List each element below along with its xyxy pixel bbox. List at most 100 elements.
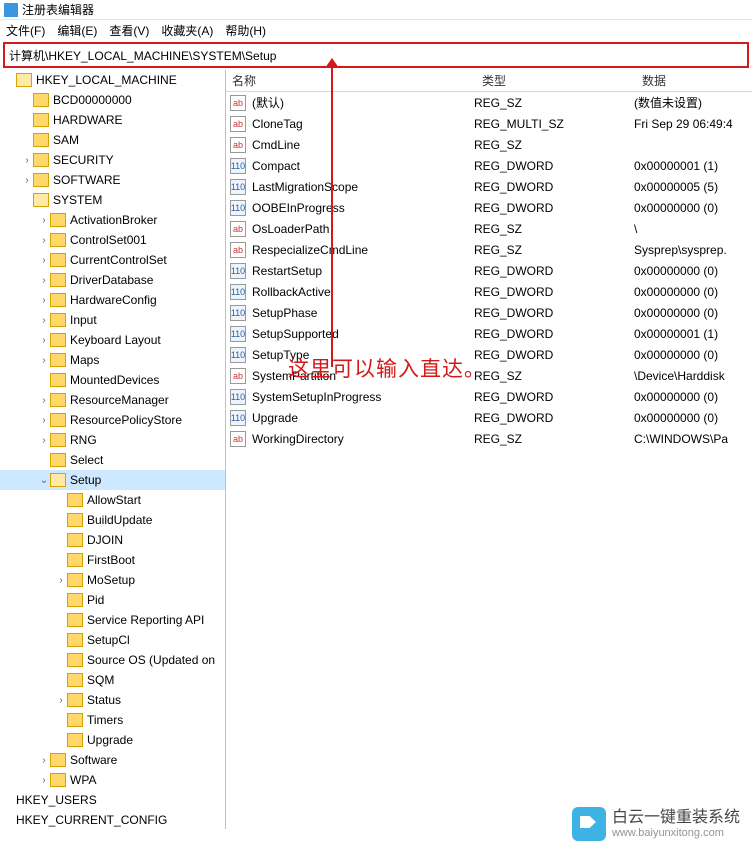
expand-toggle[interactable]: › xyxy=(38,215,50,226)
tree-item-status[interactable]: ›Status xyxy=(0,690,225,710)
tree-item-security[interactable]: ›SECURITY xyxy=(0,150,225,170)
expand-toggle[interactable]: › xyxy=(55,695,67,706)
expand-toggle[interactable]: › xyxy=(38,295,50,306)
tree-item-input[interactable]: ›Input xyxy=(0,310,225,330)
value-row[interactable]: 110SetupTypeREG_DWORD0x00000000 (0) xyxy=(226,344,752,365)
tree-item-hardwareconfig[interactable]: ›HardwareConfig xyxy=(0,290,225,310)
tree-item-allowstart[interactable]: AllowStart xyxy=(0,490,225,510)
tree-label: MoSetup xyxy=(87,573,141,587)
address-text[interactable]: 计算机\HKEY_LOCAL_MACHINE\SYSTEM\Setup xyxy=(9,47,743,64)
value-row[interactable]: abSystemPartitionREG_SZ\Device\Harddisk xyxy=(226,365,752,386)
tree-item-timers[interactable]: Timers xyxy=(0,710,225,730)
dword-icon: 110 xyxy=(230,347,246,363)
col-data[interactable]: 数据 xyxy=(636,72,752,89)
menu-file[interactable]: 文件(F) xyxy=(6,22,45,39)
expand-toggle[interactable]: › xyxy=(21,175,33,186)
tree-item-select[interactable]: Select xyxy=(0,450,225,470)
expand-toggle[interactable]: › xyxy=(38,355,50,366)
tree-item-setupcl[interactable]: SetupCl xyxy=(0,630,225,650)
tree-item-hkey-current-config[interactable]: HKEY_CURRENT_CONFIG xyxy=(0,810,225,829)
tree-item-pid[interactable]: Pid xyxy=(0,590,225,610)
tree-item-hkey-users[interactable]: HKEY_USERS xyxy=(0,790,225,810)
string-icon: ab xyxy=(230,242,246,258)
tree-panel[interactable]: HKEY_LOCAL_MACHINEBCD00000000HARDWARESAM… xyxy=(0,70,226,829)
expand-toggle[interactable]: › xyxy=(38,235,50,246)
value-row[interactable]: abRespecializeCmdLineREG_SZSysprep\syspr… xyxy=(226,239,752,260)
expand-toggle[interactable]: › xyxy=(38,395,50,406)
tree-item-bcd00000000[interactable]: BCD00000000 xyxy=(0,90,225,110)
expand-toggle[interactable]: › xyxy=(38,315,50,326)
tree-item-resourcemanager[interactable]: ›ResourceManager xyxy=(0,390,225,410)
tree-item-service-reporting-api[interactable]: Service Reporting API xyxy=(0,610,225,630)
expand-toggle[interactable]: › xyxy=(38,435,50,446)
menu-edit[interactable]: 编辑(E) xyxy=(57,22,97,39)
value-row[interactable]: 110OOBEInProgressREG_DWORD0x00000000 (0) xyxy=(226,197,752,218)
expand-toggle[interactable]: › xyxy=(38,775,50,786)
expand-toggle[interactable]: › xyxy=(38,415,50,426)
expand-toggle[interactable]: › xyxy=(38,335,50,346)
tree-item-sqm[interactable]: SQM xyxy=(0,670,225,690)
menu-view[interactable]: 查看(V) xyxy=(109,22,149,39)
menubar: 文件(F) 编辑(E) 查看(V) 收藏夹(A) 帮助(H) xyxy=(0,20,752,40)
tree-item-hardware[interactable]: HARDWARE xyxy=(0,110,225,130)
folder-icon xyxy=(33,173,49,187)
value-name: CmdLine xyxy=(250,138,474,152)
value-row[interactable]: 110LastMigrationScopeREG_DWORD0x00000005… xyxy=(226,176,752,197)
expand-toggle[interactable]: ⌄ xyxy=(38,475,50,486)
tree-item-driverdatabase[interactable]: ›DriverDatabase xyxy=(0,270,225,290)
tree-item-currentcontrolset[interactable]: ›CurrentControlSet xyxy=(0,250,225,270)
value-row[interactable]: abCloneTagREG_MULTI_SZFri Sep 29 06:49:4 xyxy=(226,113,752,134)
tree-item-maps[interactable]: ›Maps xyxy=(0,350,225,370)
list-body[interactable]: ab(默认)REG_SZ(数值未设置)abCloneTagREG_MULTI_S… xyxy=(226,92,752,829)
expand-toggle[interactable]: › xyxy=(21,155,33,166)
tree-item-sam[interactable]: SAM xyxy=(0,130,225,150)
tree-item-buildupdate[interactable]: BuildUpdate xyxy=(0,510,225,530)
tree-item-software[interactable]: ›Software xyxy=(0,750,225,770)
col-type[interactable]: 类型 xyxy=(476,72,636,89)
value-row[interactable]: 110SetupSupportedREG_DWORD0x00000001 (1) xyxy=(226,323,752,344)
menu-favorites[interactable]: 收藏夹(A) xyxy=(161,22,213,39)
value-row[interactable]: abCmdLineREG_SZ xyxy=(226,134,752,155)
tree-label: DJOIN xyxy=(87,533,129,547)
value-row[interactable]: abWorkingDirectoryREG_SZC:\WINDOWS\Pa xyxy=(226,428,752,449)
tree-label: Setup xyxy=(70,473,107,487)
address-bar[interactable]: 计算机\HKEY_LOCAL_MACHINE\SYSTEM\Setup xyxy=(3,42,749,68)
value-row[interactable]: ab(默认)REG_SZ(数值未设置) xyxy=(226,92,752,113)
value-row[interactable]: 110UpgradeREG_DWORD0x00000000 (0) xyxy=(226,407,752,428)
tree-item-keyboard-layout[interactable]: ›Keyboard Layout xyxy=(0,330,225,350)
folder-icon xyxy=(50,213,66,227)
tree-label: WPA xyxy=(70,773,102,787)
tree-item-setup[interactable]: ⌄ Setup xyxy=(0,470,225,490)
tree-item-upgrade[interactable]: Upgrade xyxy=(0,730,225,750)
folder-icon xyxy=(50,773,66,787)
tree-item-hkey-local-machine[interactable]: HKEY_LOCAL_MACHINE xyxy=(0,70,225,90)
tree-label: Source OS (Updated on xyxy=(87,653,221,667)
tree-item-rng[interactable]: ›RNG xyxy=(0,430,225,450)
tree-item-system[interactable]: SYSTEM xyxy=(0,190,225,210)
tree-item-mosetup[interactable]: › MoSetup xyxy=(0,570,225,590)
tree-item-source-os-updated-on[interactable]: Source OS (Updated on xyxy=(0,650,225,670)
value-row[interactable]: abOsLoaderPathREG_SZ\ xyxy=(226,218,752,239)
value-row[interactable]: 110SetupPhaseREG_DWORD0x00000000 (0) xyxy=(226,302,752,323)
menu-help[interactable]: 帮助(H) xyxy=(225,22,266,39)
watermark-text-block: 白云一键重装系统 www.baiyunxitong.com xyxy=(612,809,740,839)
tree-item-djoin[interactable]: DJOIN xyxy=(0,530,225,550)
value-row[interactable]: 110RollbackActiveREG_DWORD0x00000000 (0) xyxy=(226,281,752,302)
tree-item-resourcepolicystore[interactable]: ›ResourcePolicyStore xyxy=(0,410,225,430)
tree-item-mounteddevices[interactable]: MountedDevices xyxy=(0,370,225,390)
col-name[interactable]: 名称 xyxy=(226,72,476,89)
value-row[interactable]: 110CompactREG_DWORD0x00000001 (1) xyxy=(226,155,752,176)
tree-item-firstboot[interactable]: FirstBoot xyxy=(0,550,225,570)
tree-item-controlset001[interactable]: ›ControlSet001 xyxy=(0,230,225,250)
tree-item-activationbroker[interactable]: ›ActivationBroker xyxy=(0,210,225,230)
expand-toggle[interactable]: › xyxy=(55,575,67,586)
expand-toggle[interactable]: › xyxy=(38,755,50,766)
tree-label: SQM xyxy=(87,673,120,687)
folder-icon xyxy=(50,753,66,767)
expand-toggle[interactable]: › xyxy=(38,255,50,266)
tree-item-wpa[interactable]: › WPA xyxy=(0,770,225,790)
expand-toggle[interactable]: › xyxy=(38,275,50,286)
tree-item-software[interactable]: ›SOFTWARE xyxy=(0,170,225,190)
value-row[interactable]: 110RestartSetupREG_DWORD0x00000000 (0) xyxy=(226,260,752,281)
value-row[interactable]: 110SystemSetupInProgressREG_DWORD0x00000… xyxy=(226,386,752,407)
